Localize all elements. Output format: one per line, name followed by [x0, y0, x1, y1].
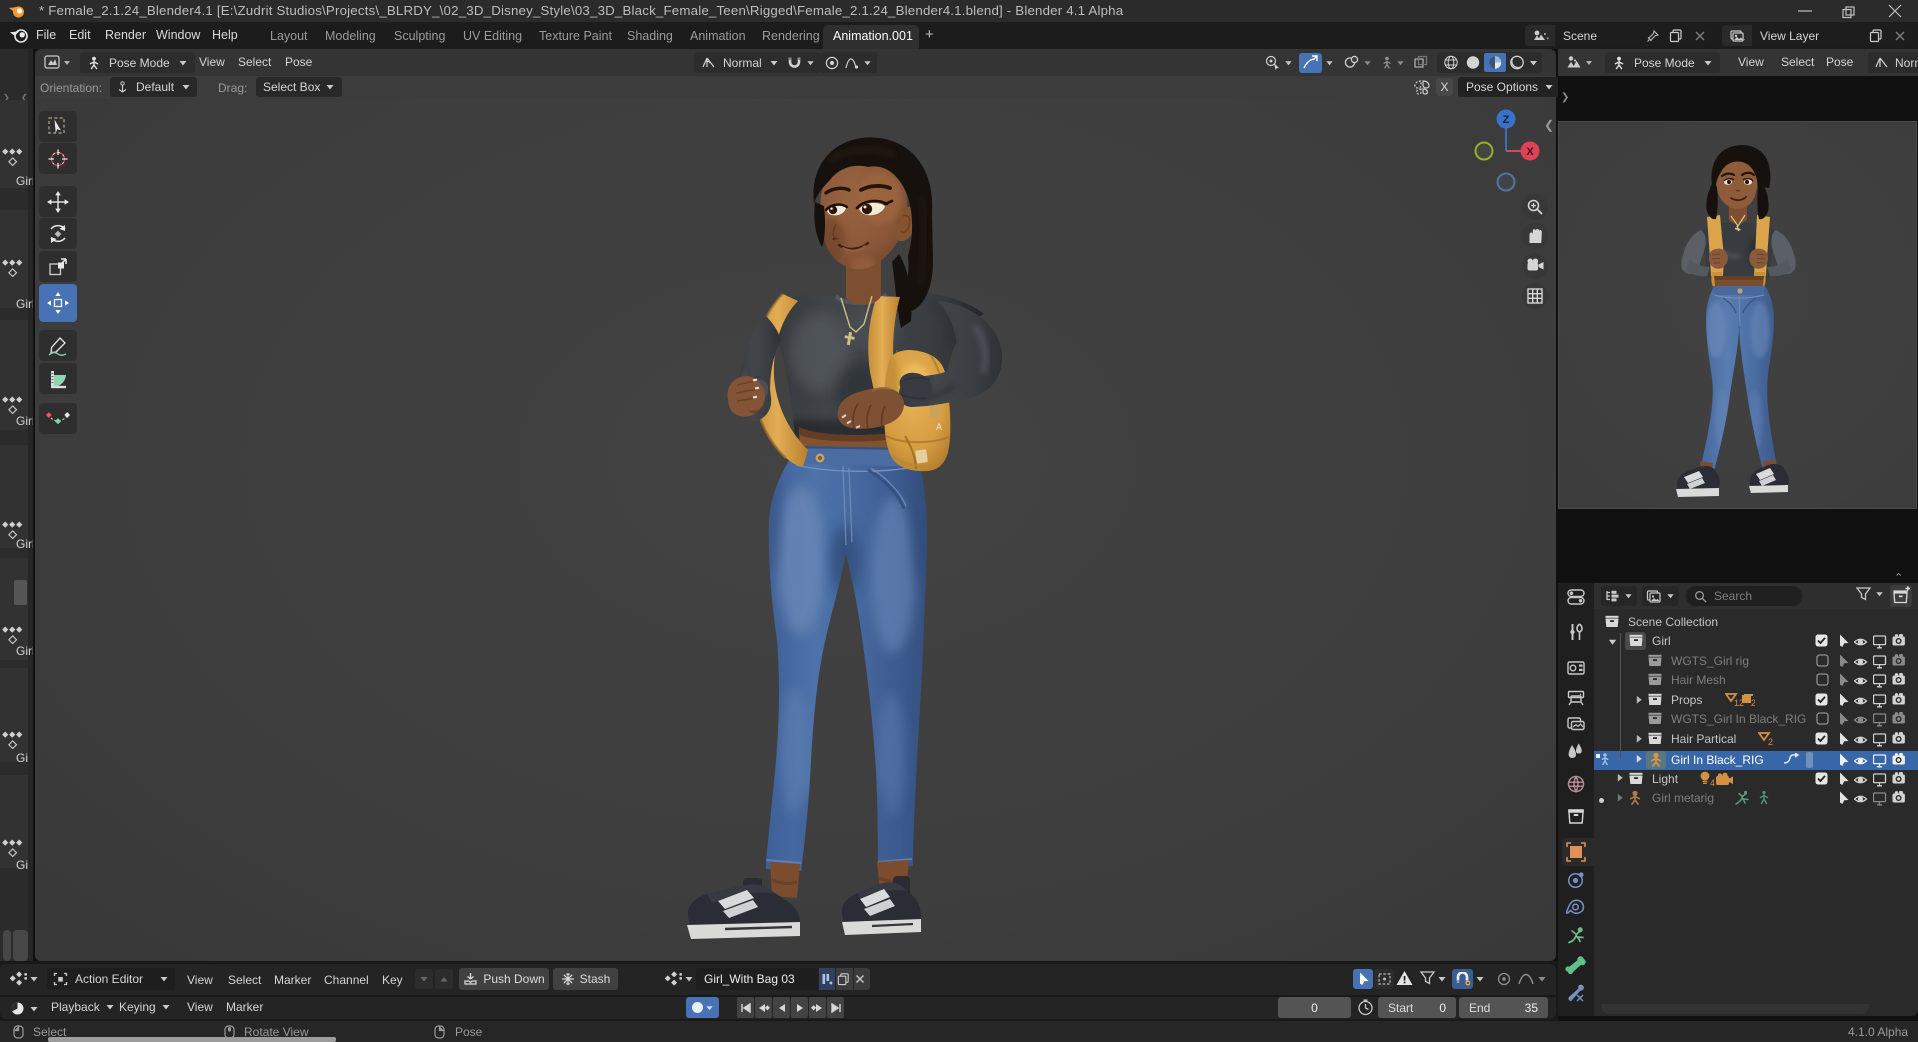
svg-text:4: 4: [1710, 778, 1715, 788]
svg-text:2: 2: [1768, 737, 1773, 747]
svg-text:2: 2: [1751, 698, 1755, 708]
svg-text:Z: Z: [1503, 114, 1510, 126]
svg-text:X: X: [1526, 146, 1534, 158]
svg-text:A: A: [936, 422, 942, 432]
